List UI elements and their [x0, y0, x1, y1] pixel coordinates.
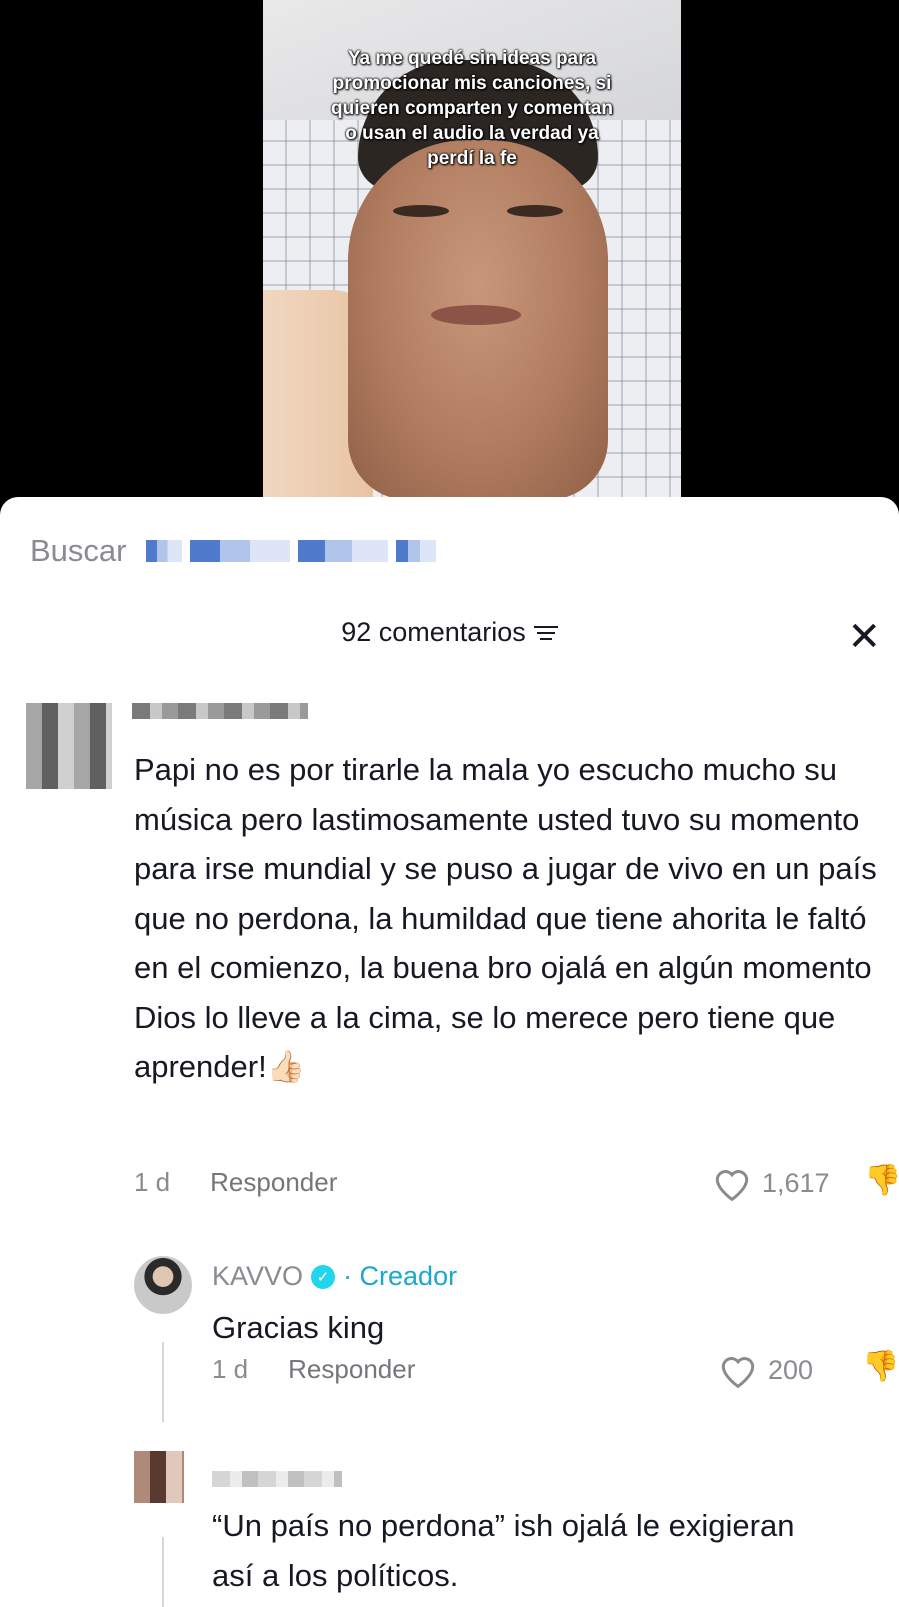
comment-text: Papi no es por tirarle la mala yo escuch… — [134, 752, 877, 1084]
like-count: 1,617 — [762, 1167, 830, 1198]
video-player[interactable]: Ya me quedé sin ideas para promocionar m… — [0, 0, 899, 510]
comment-meta: 1 d Responder — [134, 1167, 337, 1198]
comment-time: 1 d — [134, 1167, 171, 1197]
video-mouth — [431, 305, 521, 325]
creator-badge: · Creador — [343, 1261, 458, 1291]
reply-thread-line — [162, 1537, 164, 1607]
reply-text: Gracias king — [212, 1310, 385, 1345]
reply-username[interactable] — [212, 1471, 342, 1487]
comments-count[interactable]: 92 comentarios — [341, 617, 558, 648]
filter-icon[interactable] — [533, 623, 558, 643]
video-caption: Ya me quedé sin ideas para promocionar m… — [331, 48, 613, 169]
creator-username[interactable]: KAVVO — [212, 1261, 303, 1292]
comments-sheet: Buscar 92 comentarios ✕ Papi no es por t… — [0, 497, 899, 1607]
like-count: 200 — [768, 1354, 814, 1385]
heart-icon — [715, 1170, 749, 1201]
dislike-icon[interactable]: 👎 — [864, 1163, 899, 1198]
comments-header: 92 comentarios ✕ — [0, 617, 899, 657]
comment-username[interactable] — [132, 703, 308, 719]
like-button[interactable]: 200 — [718, 1352, 813, 1388]
redacted-search-term — [190, 540, 291, 562]
avatar[interactable] — [134, 1451, 184, 1503]
reply-text: “Un país no perdona” ish ojalá le exigie… — [212, 1508, 795, 1593]
creator-avatar[interactable] — [134, 1256, 192, 1314]
search-label: Buscar — [30, 533, 127, 568]
reply-username-row: KAVVO ✓ · Creador — [212, 1261, 457, 1292]
redacted-search-term — [298, 540, 389, 562]
redacted-search-term — [146, 540, 183, 562]
video-eye-left — [393, 205, 449, 217]
video-eye-right — [507, 205, 563, 217]
redacted-search-term — [396, 540, 437, 562]
reply-button[interactable]: Responder — [210, 1167, 337, 1198]
dislike-icon[interactable]: 👎 — [862, 1349, 899, 1384]
verified-icon: ✓ — [311, 1264, 336, 1289]
search-bar[interactable]: Buscar — [30, 533, 437, 569]
comments-count-label: 92 comentarios — [341, 617, 526, 647]
like-button[interactable]: 1,617 — [712, 1165, 830, 1201]
reply-header: KAVVO ✓ · Creador — [212, 1261, 457, 1292]
reply-thread-line — [162, 1342, 164, 1422]
close-icon[interactable]: ✕ — [847, 617, 881, 657]
reply-button[interactable]: Responder — [288, 1354, 415, 1385]
reply-time: 1 d — [212, 1354, 249, 1384]
avatar[interactable] — [26, 703, 112, 789]
reply-meta: 1 d Responder — [212, 1354, 415, 1385]
heart-icon — [721, 1357, 755, 1388]
